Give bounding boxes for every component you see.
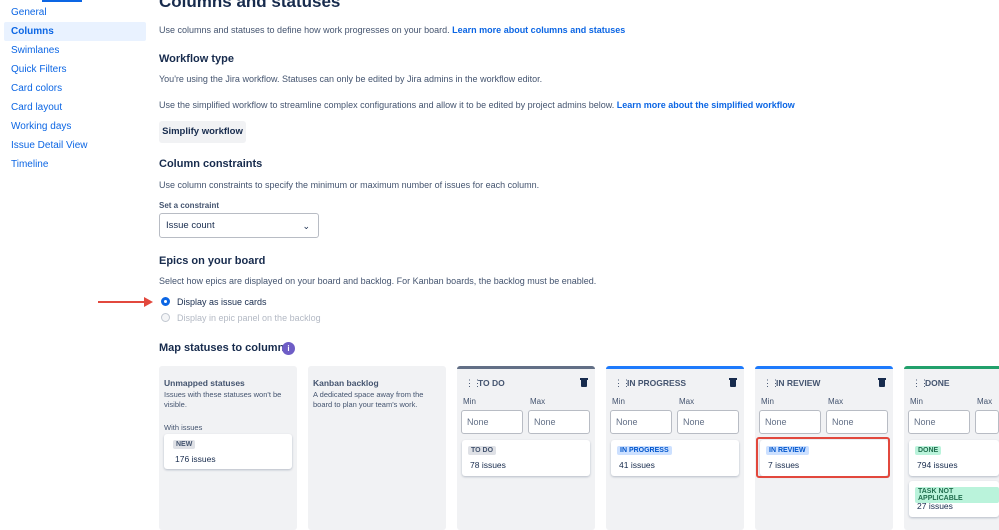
status-card-new[interactable]: NEW 176 issues [164,434,292,469]
chevron-down-icon: ⌄ [302,221,310,231]
column-todo[interactable]: ⋮⋮ TO DO Min Max None None TO DO 78 issu… [457,366,595,530]
min-label: Min [761,397,774,406]
unmapped-title: Unmapped statuses [164,378,245,388]
trash-icon[interactable] [729,378,737,387]
status-card-todo[interactable]: TO DO 78 issues [462,440,590,476]
sidebar-item-working-days[interactable]: Working days [4,117,146,136]
epics-heading: Epics on your board [159,255,266,267]
sidebar-item-issue-detail-view[interactable]: Issue Detail View [4,136,146,155]
intro-text: Use columns and statuses to define how w… [159,25,625,35]
status-card-done[interactable]: DONE 794 issues [909,440,999,476]
learn-simplified-workflow-link[interactable]: Learn more about the simplified workflow [617,100,795,110]
unmapped-statuses-column: Unmapped statuses Issues with these stat… [159,366,297,530]
epic-panel-label: Display in epic panel on the backlog [177,313,321,323]
sidebar-item-columns[interactable]: Columns [4,22,146,41]
min-input[interactable]: None [610,410,672,434]
column-done[interactable]: ⋮⋮ DONE Min Max None DONE 794 issues TAS… [904,366,999,530]
kanban-backlog-column: Kanban backlog A dedicated space away fr… [308,366,446,530]
intro-text-body: Use columns and statuses to define how w… [159,25,450,35]
min-input[interactable]: None [461,410,523,434]
max-input[interactable]: None [826,410,888,434]
column-title: IN REVIEW [776,378,821,388]
workflow-text: You're using the Jira workflow. Statuses… [159,74,543,84]
max-input[interactable] [975,410,999,434]
status-lozenge: IN PROGRESS [617,446,672,455]
constraint-select-label: Set a constraint [159,201,220,210]
with-issues-label: With issues [164,423,203,432]
epic-cards-radio[interactable] [161,297,170,306]
trash-icon[interactable] [878,378,886,387]
issue-count: 27 issues [917,501,953,511]
min-input[interactable]: None [759,410,821,434]
issue-count: 794 issues [917,460,958,470]
highlight-box [756,437,890,478]
sidebar-item-swimlanes[interactable]: Swimlanes [4,41,146,60]
issue-count: 78 issues [470,460,506,470]
unmapped-desc: Issues with these statuses won't be visi… [164,390,282,409]
status-card-in-progress[interactable]: IN PROGRESS 41 issues [611,440,739,476]
max-input[interactable]: None [677,410,739,434]
constraint-select-value: Issue count [166,220,215,231]
min-label: Min [910,397,923,406]
issue-count: 41 issues [619,460,655,470]
status-lozenge: DONE [915,446,942,455]
simplified-workflow-text: Use the simplified workflow to streamlin… [159,100,795,110]
sidebar-item-card-layout[interactable]: Card layout [4,98,146,117]
max-label: Max [977,397,993,406]
info-icon[interactable]: i [282,342,295,355]
column-title: DONE [925,378,950,388]
column-in-review[interactable]: ⋮⋮ IN REVIEW Min Max None None IN REVIEW… [755,366,893,530]
min-label: Min [463,397,476,406]
max-input[interactable]: None [528,410,590,434]
main-content: Columns and statuses Use columns and sta… [159,0,999,530]
epics-text: Select how epics are displayed on your b… [159,276,597,286]
status-lozenge-new: NEW [173,440,196,449]
status-lozenge: TO DO [468,446,497,455]
sidebar-item-general[interactable]: General [4,3,146,22]
constraint-select[interactable]: Issue count ⌄ [159,213,319,238]
learn-columns-link[interactable]: Learn more about columns and statuses [452,25,625,35]
column-constraints-heading: Column constraints [159,158,263,170]
page-title: Columns and statuses [159,0,341,11]
max-label: Max [828,397,844,406]
sidebar-top-indicator [42,0,82,2]
backlog-title: Kanban backlog [313,378,379,388]
annotation-arrow [98,297,153,307]
max-label: Max [530,397,546,406]
column-title: IN PROGRESS [627,378,687,388]
simplified-workflow-body: Use the simplified workflow to streamlin… [159,100,615,110]
map-statuses-heading: Map statuses to columns [159,342,291,354]
sidebar-item-timeline[interactable]: Timeline [4,155,146,174]
sidebar-item-quick-filters[interactable]: Quick Filters [4,60,146,79]
epic-panel-radio[interactable] [161,313,170,322]
min-input[interactable]: None [908,410,970,434]
status-card-task-not-applicable[interactable]: TASK NOT APPLICABLE 27 issues [909,481,999,517]
column-in-progress[interactable]: ⋮⋮ IN PROGRESS Min Max None None IN PROG… [606,366,744,530]
trash-icon[interactable] [580,378,588,387]
workflow-type-heading: Workflow type [159,53,234,65]
column-title: TO DO [478,378,505,388]
settings-sidebar: General Columns Swimlanes Quick Filters … [0,0,148,530]
max-label: Max [679,397,695,406]
sidebar-item-card-colors[interactable]: Card colors [4,79,146,98]
epic-cards-label: Display as issue cards [177,297,267,307]
column-constraints-text: Use column constraints to specify the mi… [159,180,540,190]
backlog-desc: A dedicated space away from the board to… [313,390,424,409]
min-label: Min [612,397,625,406]
simplify-workflow-button[interactable]: Simplify workflow [159,121,246,143]
issue-count: 176 issues [175,454,216,464]
